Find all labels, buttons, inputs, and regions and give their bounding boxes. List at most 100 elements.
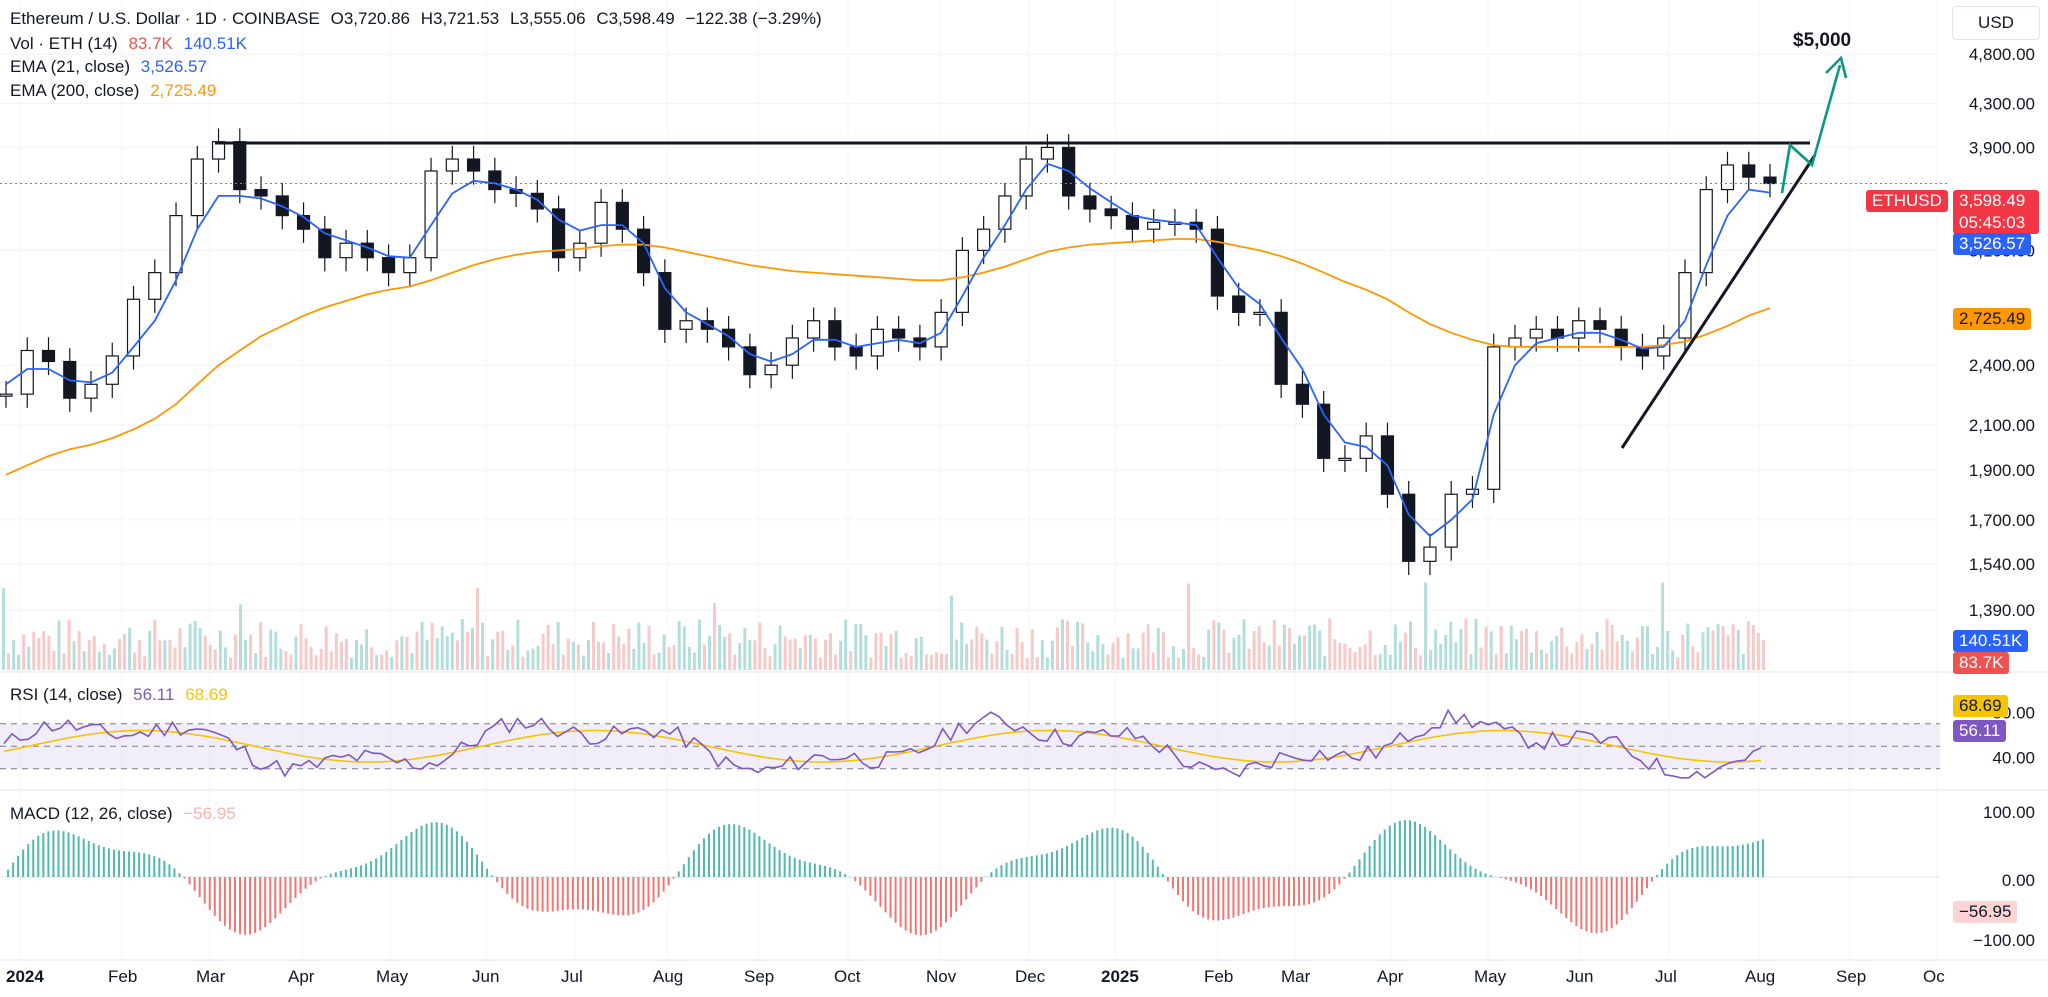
volume-bar	[506, 649, 510, 670]
macd-histogram-bar	[1010, 860, 1013, 877]
macd-histogram-bar	[319, 877, 322, 879]
volume-bar	[934, 652, 938, 670]
macd-histogram-bar	[430, 822, 433, 877]
volume-bar	[1232, 637, 1236, 670]
volume-bar	[1514, 639, 1518, 670]
candle-body-up	[1423, 546, 1437, 562]
macd-histogram-bar	[1519, 877, 1522, 885]
macd-histogram-bar	[632, 877, 635, 915]
candle	[743, 333, 757, 389]
volume-bar	[844, 619, 848, 670]
macd-histogram-bar	[733, 824, 736, 877]
currency-label: USD	[1978, 13, 2014, 32]
candle-body-up	[339, 242, 353, 259]
macd-histogram-bar	[859, 877, 862, 886]
macd-histogram-bar	[324, 875, 327, 877]
symbol-legend: Ethereum / U.S. Dollar · 1D · COINBASE O…	[10, 8, 828, 30]
macd-histogram-bar	[687, 857, 690, 877]
macd-histogram-bar	[813, 863, 816, 877]
macd-histogram-bar	[117, 850, 120, 877]
vol-label: Vol · ETH (14)	[10, 34, 118, 53]
macd-histogram-bar	[1076, 840, 1079, 877]
macd-histogram-bar	[1474, 868, 1477, 877]
macd-panel	[0, 820, 1940, 936]
candle-body-up	[148, 272, 162, 300]
candle-body-up	[105, 355, 119, 385]
volume-bar	[360, 644, 364, 670]
macd-histogram-bar	[1429, 830, 1432, 877]
volume-bar	[657, 652, 661, 670]
volume-bar	[990, 653, 994, 670]
macd-histogram-bar	[1182, 877, 1185, 902]
volume-bar	[1656, 646, 1660, 670]
macd-histogram-bar	[965, 877, 968, 900]
macd-histogram-bar	[753, 832, 756, 877]
volume-bar	[1635, 637, 1639, 670]
volume-bar	[1706, 627, 1710, 670]
volume-bar	[995, 641, 999, 670]
volume-bar	[1630, 651, 1634, 670]
volume-bar	[1197, 654, 1201, 670]
macd-histogram-bar	[1414, 821, 1416, 877]
volume-bar	[950, 595, 954, 670]
macd-histogram-bar	[1610, 877, 1613, 929]
macd-histogram-bar	[1741, 844, 1744, 877]
volume-bar	[1454, 642, 1458, 670]
volume-bar	[1464, 618, 1468, 670]
macd-histogram-bar	[672, 877, 675, 879]
price-tick-label: 1,700.00	[1969, 511, 2035, 530]
volume-bar	[733, 654, 737, 670]
ema21-legend[interactable]: EMA (21, close) 3,526.57	[10, 56, 213, 78]
macd-histogram-bar	[869, 877, 872, 896]
macd-histogram-bar	[299, 877, 302, 894]
macd-histogram-bar	[803, 861, 806, 877]
volume-bar	[1318, 630, 1322, 670]
volume-bar	[491, 639, 495, 670]
volume-bar	[702, 644, 706, 670]
macd-histogram-bar	[385, 851, 388, 877]
volume-bar	[1605, 619, 1609, 670]
chart-canvas[interactable]: 4,800.004,300.003,900.003,100.002,400.00…	[0, 0, 2048, 997]
volume-bar	[233, 634, 237, 670]
macd-histogram-bar	[289, 877, 292, 904]
currency-selector[interactable]: USD	[1952, 6, 2040, 40]
volume-bar	[87, 640, 91, 670]
volume-bar	[223, 647, 227, 670]
macd-histogram-bar	[304, 877, 307, 889]
rsi-legend[interactable]: RSI (14, close) 56.11 68.69	[10, 684, 234, 706]
volume-bar	[309, 646, 313, 670]
macd-histogram-bar	[909, 877, 912, 934]
time-tick-label: Sep	[1836, 967, 1866, 986]
macd-histogram-bar	[193, 877, 196, 891]
volume-bar	[77, 631, 81, 670]
macd-histogram-bar	[173, 868, 176, 877]
price-tick-label: 1,540.00	[1969, 555, 2035, 574]
vol-legend[interactable]: Vol · ETH (14) 83.7K 140.51K	[10, 33, 253, 55]
candle-body-up	[1529, 328, 1543, 339]
candle	[233, 128, 247, 204]
candle	[828, 307, 842, 361]
ohlc-low: L3,555.06	[509, 9, 586, 28]
volume-bar	[1353, 652, 1357, 670]
macd-histogram-bar	[1388, 825, 1391, 877]
volume-bar	[1424, 582, 1428, 670]
volume-bar	[72, 641, 76, 670]
macd-histogram-bar	[945, 877, 948, 923]
volume-bar	[924, 654, 928, 670]
macd-histogram-bar	[1651, 877, 1654, 882]
volume-bar	[1741, 654, 1745, 670]
macd-legend[interactable]: MACD (12, 26, close) −56.95	[10, 803, 242, 825]
macd-histogram-bar	[1000, 865, 1003, 877]
volume-bar	[1267, 645, 1271, 670]
macd-histogram-bar	[47, 831, 50, 877]
macd-histogram-bar	[1156, 866, 1159, 877]
ema200-legend[interactable]: EMA (200, close) 2,725.49	[10, 80, 222, 102]
macd-histogram-bar	[1066, 845, 1069, 877]
macd-histogram-bar	[1146, 852, 1149, 877]
macd-histogram-bar	[1585, 877, 1588, 932]
macd-histogram-bar	[1620, 877, 1623, 920]
volume-bar	[642, 642, 646, 670]
volume-bar	[1333, 639, 1337, 670]
volume-bar	[612, 623, 616, 670]
volume-bar	[1595, 631, 1599, 670]
